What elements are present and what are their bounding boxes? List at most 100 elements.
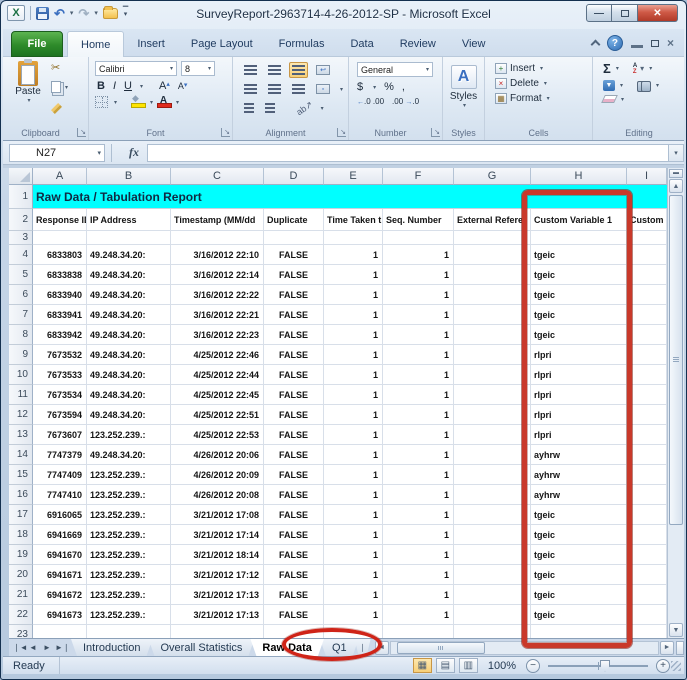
cell[interactable]: rlpri — [531, 365, 627, 385]
cell[interactable]: 1 — [324, 285, 383, 305]
cell[interactable]: rlpri — [531, 425, 627, 445]
align-right-button[interactable] — [289, 81, 308, 97]
cell[interactable]: tgeic — [531, 585, 627, 605]
scroll-left-icon[interactable]: ◄ — [375, 641, 389, 655]
cell[interactable] — [324, 231, 383, 245]
cell[interactable]: 6833803 — [33, 245, 87, 265]
column-header-H[interactable]: H — [531, 168, 627, 185]
cell[interactable] — [454, 305, 531, 325]
cell[interactable] — [454, 285, 531, 305]
row-header[interactable]: 5 — [9, 265, 33, 285]
cell[interactable]: 1 — [383, 265, 454, 285]
cell[interactable]: 123.252.239.: — [87, 545, 171, 565]
cell[interactable]: 1 — [324, 485, 383, 505]
cell[interactable]: FALSE — [264, 425, 324, 445]
cell[interactable]: FALSE — [264, 565, 324, 585]
cell[interactable]: rlpri — [531, 385, 627, 405]
paste-dropdown-icon[interactable]: ▾ — [11, 97, 47, 104]
tab-view[interactable]: View — [449, 31, 499, 57]
cell[interactable] — [627, 505, 667, 525]
tab-split-handle[interactable] — [676, 641, 684, 655]
column-header-A[interactable]: A — [33, 168, 87, 185]
underline-dropdown-icon[interactable]: ▾ — [140, 83, 143, 90]
cell[interactable] — [454, 585, 531, 605]
cell[interactable]: 1 — [383, 485, 454, 505]
cell[interactable]: 1 — [324, 505, 383, 525]
cell[interactable] — [627, 445, 667, 465]
cell[interactable]: 3/21/2012 17:08 — [171, 505, 264, 525]
row-header[interactable]: 12 — [9, 405, 33, 425]
cell[interactable]: 6941670 — [33, 545, 87, 565]
cell[interactable] — [627, 325, 667, 345]
cell[interactable]: 7673532 — [33, 345, 87, 365]
sort-filter-icon[interactable]: AZ — [633, 63, 637, 75]
cell[interactable]: tgeic — [531, 305, 627, 325]
zoom-in-button[interactable]: + — [656, 659, 670, 673]
cell[interactable] — [454, 565, 531, 585]
cell[interactable]: 123.252.239.: — [87, 465, 171, 485]
cell[interactable]: 6833942 — [33, 325, 87, 345]
row-header[interactable]: 1 — [9, 185, 33, 209]
orientation-icon[interactable]: ab↗ — [294, 98, 315, 117]
cell[interactable]: FALSE — [264, 325, 324, 345]
font-dialog-launcher-icon[interactable]: ↘ — [221, 128, 230, 137]
cell[interactable]: 7673533 — [33, 365, 87, 385]
align-center-button[interactable] — [265, 81, 284, 97]
format-cells-button[interactable]: ▦Format▾ — [495, 93, 550, 104]
row-header[interactable]: 4 — [9, 245, 33, 265]
cell[interactable] — [454, 325, 531, 345]
cell[interactable] — [454, 231, 531, 245]
styles-button[interactable]: A Styles ▾ — [443, 65, 484, 109]
minimize-button[interactable]: — — [586, 4, 612, 22]
cell[interactable] — [383, 231, 454, 245]
row-header[interactable]: 23 — [9, 625, 33, 638]
row-header[interactable]: 15 — [9, 465, 33, 485]
cell[interactable]: ayhrw — [531, 485, 627, 505]
increase-decimal-button[interactable]: ←.0 .00 — [357, 97, 384, 106]
cell[interactable]: 6916065 — [33, 505, 87, 525]
cell[interactable]: 6833838 — [33, 265, 87, 285]
row-header[interactable]: 8 — [9, 325, 33, 345]
cell[interactable] — [627, 485, 667, 505]
cell[interactable]: 1 — [383, 545, 454, 565]
scroll-down-icon[interactable]: ▼ — [669, 623, 683, 637]
cell[interactable]: 123.252.239.: — [87, 505, 171, 525]
column-title-cell[interactable]: External Referer — [454, 209, 531, 231]
cell[interactable]: 6941672 — [33, 585, 87, 605]
font-color-icon[interactable]: A — [157, 96, 170, 108]
cell[interactable] — [454, 365, 531, 385]
tab-insert[interactable]: Insert — [124, 31, 178, 57]
cell[interactable]: 49.248.34.20: — [87, 325, 171, 345]
cell[interactable]: 3/21/2012 17:14 — [171, 525, 264, 545]
cell[interactable] — [627, 245, 667, 265]
split-handle[interactable]: ▬ — [669, 169, 683, 178]
cell[interactable] — [324, 625, 383, 638]
row-header[interactable]: 11 — [9, 385, 33, 405]
formula-input[interactable] — [147, 144, 668, 162]
cell[interactable]: 1 — [383, 245, 454, 265]
column-header-E[interactable]: E — [324, 168, 383, 185]
scroll-right-icon[interactable]: ► — [660, 641, 674, 655]
cell[interactable]: 7747409 — [33, 465, 87, 485]
row-header[interactable]: 19 — [9, 545, 33, 565]
cell[interactable]: 7747410 — [33, 485, 87, 505]
cell[interactable]: FALSE — [264, 465, 324, 485]
cell[interactable]: 1 — [324, 605, 383, 625]
row-header[interactable]: 20 — [9, 565, 33, 585]
cell[interactable]: tgeic — [531, 325, 627, 345]
increase-indent-button[interactable] — [262, 100, 278, 116]
row-header[interactable]: 10 — [9, 365, 33, 385]
row-header[interactable]: 18 — [9, 525, 33, 545]
report-title-cell[interactable]: Raw Data / Tabulation Report — [33, 185, 667, 209]
insert-cells-button[interactable]: +Insert▾ — [495, 63, 550, 74]
fx-icon[interactable]: fx — [129, 145, 139, 160]
horizontal-scroll-thumb[interactable] — [397, 642, 485, 654]
sheet-tab-q1[interactable]: Q1 — [320, 639, 359, 656]
cell[interactable] — [171, 625, 264, 638]
cell[interactable]: 49.248.34.20: — [87, 285, 171, 305]
cell[interactable]: 4/25/2012 22:51 — [171, 405, 264, 425]
cell[interactable]: FALSE — [264, 365, 324, 385]
last-sheet-icon[interactable]: ►❘ — [55, 643, 67, 652]
cell[interactable]: 123.252.239.: — [87, 425, 171, 445]
cell[interactable]: 1 — [324, 405, 383, 425]
